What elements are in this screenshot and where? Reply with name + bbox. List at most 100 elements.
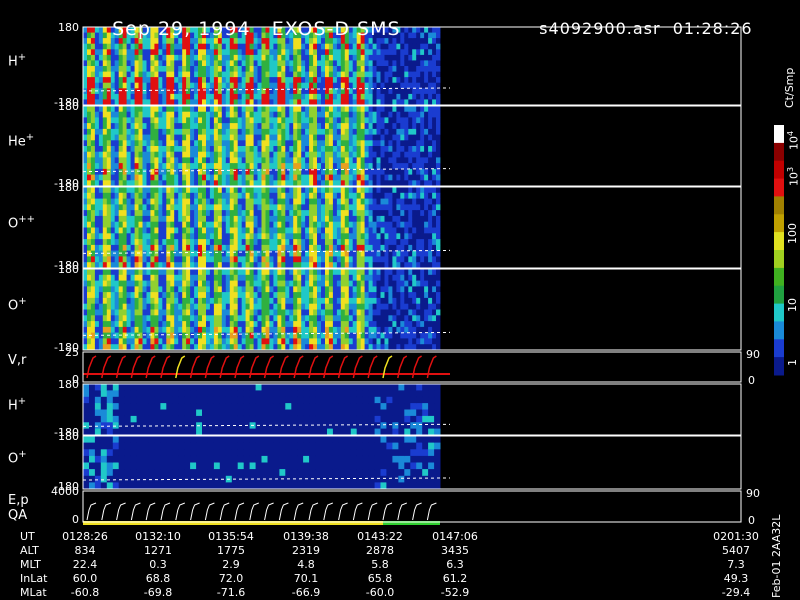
heatmap-cell	[273, 315, 278, 322]
heatmap-cell	[206, 128, 211, 135]
heatmap-cell	[269, 123, 274, 130]
heatmap-cell	[94, 187, 100, 194]
heatmap-cell	[340, 215, 346, 223]
heatmap-cell	[186, 315, 191, 322]
heatmap-cell	[352, 303, 358, 310]
heatmap-cell	[122, 262, 128, 269]
heatmap-cell	[237, 198, 243, 205]
heatmap-cell	[241, 134, 247, 141]
heatmap-cell	[186, 60, 191, 67]
heatmap-cell	[277, 163, 282, 170]
heatmap-cell	[154, 77, 159, 84]
heatmap-cell	[217, 315, 223, 322]
heatmap-cell	[297, 174, 302, 181]
heatmap-cell	[198, 77, 203, 84]
heatmap-cell	[360, 134, 366, 141]
heatmap-cell	[134, 297, 139, 305]
heatmap-cell	[384, 123, 389, 130]
heatmap-cell	[182, 210, 187, 217]
heatmap-cell	[380, 174, 385, 181]
heatmap-cell	[90, 117, 96, 124]
heatmap-cell	[380, 303, 385, 310]
heatmap-cell	[209, 192, 215, 199]
heatmap-cell	[336, 326, 342, 334]
heatmap-cell	[206, 66, 211, 72]
heatmap-cell	[289, 210, 294, 217]
heatmap-cell	[396, 227, 401, 234]
heatmap-cell	[408, 180, 413, 187]
heatmap-cell	[245, 274, 250, 281]
heatmap-cell	[190, 321, 195, 328]
heatmap-cell	[170, 250, 175, 257]
heatmap-cell	[328, 315, 334, 322]
heatmap-cell	[154, 168, 159, 175]
heatmap-cell	[146, 82, 151, 89]
heatmap-cell	[162, 233, 167, 240]
heatmap-cell	[301, 128, 306, 135]
heatmap-cell	[126, 106, 131, 113]
heatmap-cell	[221, 111, 227, 118]
heatmap-cell	[297, 187, 302, 194]
heatmap-cell	[174, 274, 179, 281]
heatmap-cell	[170, 204, 175, 211]
heatmap-cell	[106, 262, 112, 269]
heatmap-cell	[277, 146, 282, 153]
heatmap-cell	[317, 344, 322, 351]
heatmap-cell	[313, 198, 318, 205]
heatmap-cell	[130, 269, 135, 276]
heatmap-cell	[297, 146, 302, 153]
heatmap-cell	[174, 221, 179, 228]
heatmap-cell	[206, 71, 211, 78]
heatmap-cell	[344, 49, 350, 56]
heatmap-cell	[237, 303, 243, 310]
heatmap-cell	[352, 292, 358, 299]
heatmap-cell	[158, 315, 163, 322]
heatmap-cell	[380, 123, 385, 130]
heatmap-cell	[170, 303, 175, 310]
heatmap-cell	[313, 315, 318, 322]
heatmap-cell	[384, 344, 389, 351]
heatmap-cell	[186, 117, 191, 124]
heatmap-cell	[436, 88, 441, 95]
heatmap-cell	[325, 106, 330, 113]
heatmap-cell	[384, 250, 389, 257]
heatmap-cell	[241, 198, 247, 205]
heatmap-cell	[356, 269, 362, 276]
heatmap-cell	[420, 274, 425, 281]
heatmap-cell	[87, 38, 92, 45]
heatmap-cell	[182, 227, 187, 234]
heatmap-cell	[241, 187, 247, 194]
heatmap-cell	[241, 151, 247, 158]
heatmap-cell	[198, 344, 203, 351]
heatmap-cell	[202, 174, 207, 181]
heatmap-cell	[273, 43, 278, 50]
heatmap-cell	[321, 315, 326, 322]
heatmap-cell	[186, 303, 191, 310]
heatmap-cell	[277, 140, 282, 147]
heatmap-cell	[436, 215, 441, 223]
heatmap-cell	[154, 297, 159, 305]
heatmap-cell	[277, 54, 282, 61]
heatmap-cell	[170, 227, 175, 234]
heatmap-cell	[376, 111, 381, 118]
heatmap-cell	[229, 233, 235, 240]
heatmap-cell	[94, 93, 100, 100]
heatmap-cell	[158, 292, 163, 299]
heatmap-cell	[158, 332, 163, 339]
heatmap-cell	[432, 128, 437, 135]
heatmap-cell	[118, 128, 124, 135]
heatmap-cell	[253, 256, 258, 263]
heatmap-cell	[356, 321, 362, 328]
heatmap-cell	[336, 244, 342, 252]
heatmap-cell	[146, 187, 151, 194]
heatmap-cell	[150, 82, 155, 89]
heatmap-cell	[277, 117, 282, 124]
heatmap-cell	[106, 49, 112, 56]
heatmap-cell	[293, 292, 298, 299]
heatmap-cell	[209, 221, 215, 228]
heatmap-cell	[396, 106, 401, 113]
heatmap-cell	[273, 140, 278, 147]
heatmap-cell	[221, 321, 227, 328]
heatmap-cell	[380, 192, 385, 199]
heatmap-cell	[424, 269, 429, 276]
